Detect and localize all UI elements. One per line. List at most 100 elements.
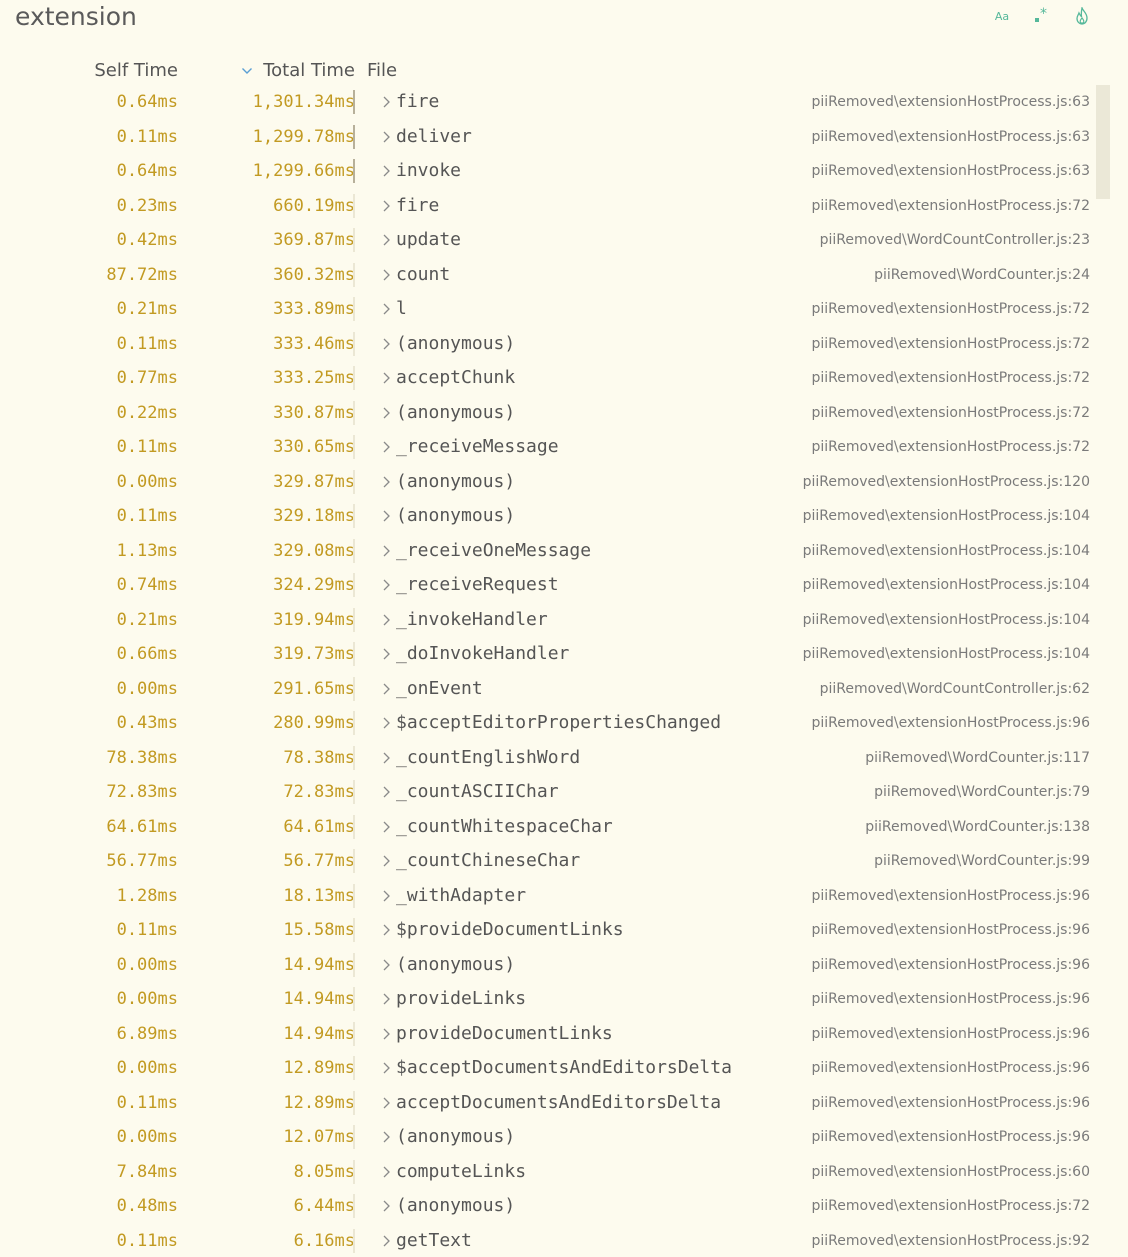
table-row[interactable]: 0.00ms 14.94ms (anonymous) piiRemoved\exten… xyxy=(0,948,1128,983)
table-row[interactable]: 0.00ms 291.65ms _onEvent piiRemoved\WordCou… xyxy=(0,672,1128,707)
chevron-right-icon[interactable] xyxy=(380,681,392,697)
chevron-right-icon[interactable] xyxy=(380,957,392,973)
file-location-link[interactable]: piiRemoved\extensionHostProcess.js:92 xyxy=(812,1224,1090,1257)
file-location-link[interactable]: piiRemoved\extensionHostProcess.js:63 xyxy=(812,85,1090,119)
table-row[interactable]: 0.74ms 324.29ms _receiveRequest piiRemoved\… xyxy=(0,568,1128,603)
table-row[interactable]: 0.21ms 319.94ms _invokeHandler piiRemoved\e… xyxy=(0,603,1128,638)
table-row[interactable]: 0.00ms 329.87ms (anonymous) piiRemoved\exte… xyxy=(0,465,1128,500)
file-location-link[interactable]: piiRemoved\WordCounter.js:117 xyxy=(865,741,1090,775)
table-row[interactable]: 0.64ms 1,299.66ms invoke piiRemoved\extensi… xyxy=(0,154,1128,189)
chevron-right-icon[interactable] xyxy=(380,232,392,248)
table-row[interactable]: 0.22ms 330.87ms (anonymous) piiRemoved\exte… xyxy=(0,396,1128,431)
table-row[interactable]: 0.11ms 12.89ms acceptDocumentsAndEditorsDe… xyxy=(0,1086,1128,1121)
file-location-link[interactable]: piiRemoved\extensionHostProcess.js:104 xyxy=(803,603,1090,637)
file-location-link[interactable]: piiRemoved\extensionHostProcess.js:96 xyxy=(812,1086,1090,1120)
chevron-right-icon[interactable] xyxy=(380,543,392,559)
chevron-right-icon[interactable] xyxy=(380,1129,392,1145)
table-row[interactable]: 78.38ms 78.38ms _countEnglishWord piiRemove… xyxy=(0,741,1128,776)
column-file[interactable]: File xyxy=(367,57,397,85)
file-location-link[interactable]: piiRemoved\WordCounter.js:24 xyxy=(874,258,1090,292)
flame-button[interactable] xyxy=(1062,4,1102,28)
table-row[interactable]: 0.64ms 1,301.34ms fire piiRemoved\extension… xyxy=(0,85,1128,120)
table-row[interactable]: 0.11ms 6.16ms getText piiRemoved\extensionH… xyxy=(0,1224,1128,1257)
chevron-right-icon[interactable] xyxy=(380,612,392,628)
table-row[interactable]: 0.00ms 12.89ms $acceptDocumentsAndEditorsD… xyxy=(0,1051,1128,1086)
chevron-right-icon[interactable] xyxy=(380,1164,392,1180)
regex-button[interactable]: * xyxy=(1022,4,1062,28)
table-row[interactable]: 1.28ms 18.13ms _withAdapter piiRemoved\exte… xyxy=(0,879,1128,914)
chevron-right-icon[interactable] xyxy=(380,646,392,662)
table-row[interactable]: 0.48ms 6.44ms (anonymous) piiRemoved\extens… xyxy=(0,1189,1128,1224)
chevron-right-icon[interactable] xyxy=(380,577,392,593)
file-location-link[interactable]: piiRemoved\extensionHostProcess.js:60 xyxy=(812,1155,1090,1189)
chevron-right-icon[interactable] xyxy=(380,129,392,145)
chevron-right-icon[interactable] xyxy=(380,370,392,386)
file-location-link[interactable]: piiRemoved\extensionHostProcess.js:96 xyxy=(812,913,1090,947)
file-location-link[interactable]: piiRemoved\extensionHostProcess.js:96 xyxy=(812,706,1090,740)
file-location-link[interactable]: piiRemoved\extensionHostProcess.js:72 xyxy=(812,361,1090,395)
file-location-link[interactable]: piiRemoved\WordCounter.js:99 xyxy=(874,844,1090,878)
column-total-time[interactable]: Total Time xyxy=(241,57,355,85)
file-location-link[interactable]: piiRemoved\extensionHostProcess.js:72 xyxy=(812,396,1090,430)
chevron-right-icon[interactable] xyxy=(380,1095,392,1111)
table-row[interactable]: 0.11ms 333.46ms (anonymous) piiRemoved\exte… xyxy=(0,327,1128,362)
file-location-link[interactable]: piiRemoved\extensionHostProcess.js:72 xyxy=(812,327,1090,361)
chevron-right-icon[interactable] xyxy=(380,508,392,524)
file-location-link[interactable]: piiRemoved\extensionHostProcess.js:72 xyxy=(812,189,1090,223)
file-location-link[interactable]: piiRemoved\extensionHostProcess.js:96 xyxy=(812,1017,1090,1051)
file-location-link[interactable]: piiRemoved\extensionHostProcess.js:104 xyxy=(803,637,1090,671)
file-location-link[interactable]: piiRemoved\extensionHostProcess.js:96 xyxy=(812,948,1090,982)
table-row[interactable]: 56.77ms 56.77ms _countChineseChar piiRemove… xyxy=(0,844,1128,879)
file-location-link[interactable]: piiRemoved\extensionHostProcess.js:104 xyxy=(803,499,1090,533)
table-row[interactable]: 1.13ms 329.08ms _receiveOneMessage piiRemov… xyxy=(0,534,1128,569)
chevron-right-icon[interactable] xyxy=(380,1060,392,1076)
file-location-link[interactable]: piiRemoved\extensionHostProcess.js:120 xyxy=(803,465,1090,499)
chevron-right-icon[interactable] xyxy=(380,405,392,421)
file-location-link[interactable]: piiRemoved\WordCounter.js:138 xyxy=(865,810,1090,844)
table-row[interactable]: 0.11ms 329.18ms (anonymous) piiRemoved\exte… xyxy=(0,499,1128,534)
chevron-right-icon[interactable] xyxy=(380,715,392,731)
scrollbar-thumb[interactable] xyxy=(1096,85,1110,199)
file-location-link[interactable]: piiRemoved\extensionHostProcess.js:96 xyxy=(812,1120,1090,1154)
chevron-right-icon[interactable] xyxy=(380,853,392,869)
table-row[interactable]: 0.00ms 14.94ms provideLinks piiRemoved\exte… xyxy=(0,982,1128,1017)
chevron-right-icon[interactable] xyxy=(380,784,392,800)
column-self-time[interactable]: Self Time xyxy=(94,57,178,85)
file-location-link[interactable]: piiRemoved\extensionHostProcess.js:96 xyxy=(812,879,1090,913)
file-location-link[interactable]: piiRemoved\extensionHostProcess.js:72 xyxy=(812,292,1090,326)
chevron-right-icon[interactable] xyxy=(380,267,392,283)
table-row[interactable]: 72.83ms 72.83ms _countASCIIChar piiRemoved\… xyxy=(0,775,1128,810)
file-location-link[interactable]: piiRemoved\extensionHostProcess.js:72 xyxy=(812,1189,1090,1223)
table-row[interactable]: 0.43ms 280.99ms $acceptEditorPropertiesCha… xyxy=(0,706,1128,741)
match-case-button[interactable]: Aa xyxy=(982,4,1022,28)
table-row[interactable]: 0.23ms 660.19ms fire piiRemoved\extensionHo… xyxy=(0,189,1128,224)
chevron-right-icon[interactable] xyxy=(380,819,392,835)
file-location-link[interactable]: piiRemoved\extensionHostProcess.js:104 xyxy=(803,568,1090,602)
file-location-link[interactable]: piiRemoved\extensionHostProcess.js:96 xyxy=(812,982,1090,1016)
file-location-link[interactable]: piiRemoved\extensionHostProcess.js:63 xyxy=(812,154,1090,188)
chevron-right-icon[interactable] xyxy=(380,301,392,317)
table-row[interactable]: 64.61ms 64.61ms _countWhitespaceChar piiRem… xyxy=(0,810,1128,845)
chevron-right-icon[interactable] xyxy=(380,1198,392,1214)
chevron-right-icon[interactable] xyxy=(380,439,392,455)
table-row[interactable]: 0.42ms 369.87ms update piiRemoved\WordCount… xyxy=(0,223,1128,258)
table-row[interactable]: 0.21ms 333.89ms l piiRemoved\extensionHostP… xyxy=(0,292,1128,327)
chevron-right-icon[interactable] xyxy=(380,922,392,938)
chevron-right-icon[interactable] xyxy=(380,750,392,766)
chevron-right-icon[interactable] xyxy=(380,163,392,179)
file-location-link[interactable]: piiRemoved\extensionHostProcess.js:72 xyxy=(812,430,1090,464)
file-location-link[interactable]: piiRemoved\extensionHostProcess.js:104 xyxy=(803,534,1090,568)
chevron-right-icon[interactable] xyxy=(380,1233,392,1249)
chevron-right-icon[interactable] xyxy=(380,336,392,352)
table-row[interactable]: 0.11ms 1,299.78ms deliver piiRemoved\extens… xyxy=(0,120,1128,155)
chevron-right-icon[interactable] xyxy=(380,474,392,490)
chevron-right-icon[interactable] xyxy=(380,888,392,904)
table-row[interactable]: 0.11ms 15.58ms $provideDocumentLinks piiRem… xyxy=(0,913,1128,948)
table-row[interactable]: 7.84ms 8.05ms computeLinks piiRemoved\exten… xyxy=(0,1155,1128,1190)
table-row[interactable]: 87.72ms 360.32ms count piiRemoved\WordCount… xyxy=(0,258,1128,293)
chevron-right-icon[interactable] xyxy=(380,991,392,1007)
file-location-link[interactable]: piiRemoved\extensionHostProcess.js:63 xyxy=(812,120,1090,154)
chevron-right-icon[interactable] xyxy=(380,1026,392,1042)
table-row[interactable]: 6.89ms 14.94ms provideDocumentLinks piiRemo… xyxy=(0,1017,1128,1052)
chevron-right-icon[interactable] xyxy=(380,94,392,110)
